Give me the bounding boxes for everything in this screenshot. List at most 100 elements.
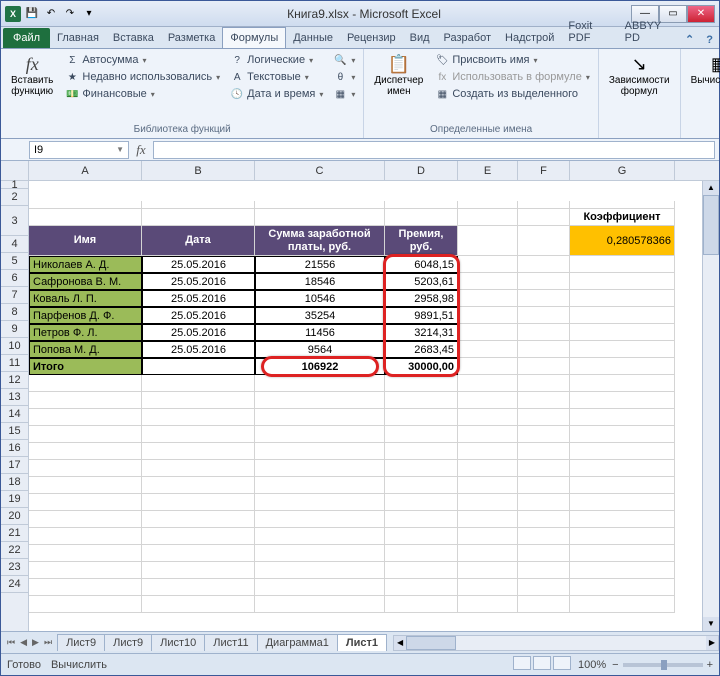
cell-bonus[interactable]: 9891,51 bbox=[385, 307, 458, 324]
cell-name[interactable]: Парфенов Д. Ф. bbox=[29, 307, 142, 324]
cell-salary[interactable]: 21556 bbox=[255, 256, 385, 273]
cell-F17[interactable] bbox=[518, 477, 570, 494]
cell-E24[interactable] bbox=[458, 596, 518, 613]
cell-E12[interactable] bbox=[458, 392, 518, 409]
cell-D2[interactable] bbox=[385, 209, 458, 226]
tab-formulas[interactable]: Формулы bbox=[222, 27, 286, 48]
cell-E5[interactable] bbox=[458, 273, 518, 290]
tab-home[interactable]: Главная bbox=[50, 28, 106, 48]
tab-data[interactable]: Данные bbox=[286, 28, 340, 48]
zoom-in-icon[interactable]: + bbox=[707, 659, 713, 671]
cell-F8[interactable] bbox=[518, 324, 570, 341]
cell-A2[interactable] bbox=[29, 209, 142, 226]
sheet-tab[interactable]: Диаграмма1 bbox=[257, 634, 338, 651]
cell-name[interactable]: Сафронова В. М. bbox=[29, 273, 142, 290]
row-23[interactable]: 23 bbox=[1, 559, 28, 576]
cell-D18[interactable] bbox=[385, 494, 458, 511]
cell-D17[interactable] bbox=[385, 477, 458, 494]
cell-A24[interactable] bbox=[29, 596, 142, 613]
cell-salary[interactable]: 11456 bbox=[255, 324, 385, 341]
coeff-label[interactable]: Коэффициент bbox=[570, 209, 675, 226]
tab-layout[interactable]: Разметка bbox=[161, 28, 223, 48]
tab-foxit[interactable]: Foxit PDF bbox=[561, 16, 617, 48]
cell-A14[interactable] bbox=[29, 426, 142, 443]
cell-F20[interactable] bbox=[518, 528, 570, 545]
cell-F12[interactable] bbox=[518, 392, 570, 409]
vertical-scrollbar[interactable]: ▲ ▼ bbox=[702, 181, 719, 631]
cell-C18[interactable] bbox=[255, 494, 385, 511]
cell-E13[interactable] bbox=[458, 409, 518, 426]
create-from-selection-button[interactable]: ▦Создать из выделенного bbox=[433, 86, 592, 102]
cell-B12[interactable] bbox=[142, 392, 255, 409]
formula-input[interactable] bbox=[153, 141, 715, 159]
cell-D19[interactable] bbox=[385, 511, 458, 528]
cell-E4[interactable] bbox=[458, 256, 518, 273]
row-1[interactable]: 1 bbox=[1, 181, 28, 189]
cell-A17[interactable] bbox=[29, 477, 142, 494]
row-16[interactable]: 16 bbox=[1, 440, 28, 457]
col-A[interactable]: A bbox=[29, 161, 142, 180]
save-icon[interactable]: 💾 bbox=[24, 6, 40, 22]
redo-icon[interactable]: ↷ bbox=[62, 6, 78, 22]
select-all-corner[interactable] bbox=[1, 161, 29, 181]
cell-C2[interactable] bbox=[255, 209, 385, 226]
datetime-button[interactable]: 🕓Дата и время▾ bbox=[228, 86, 325, 102]
cell-E20[interactable] bbox=[458, 528, 518, 545]
cell-C19[interactable] bbox=[255, 511, 385, 528]
cell-G17[interactable] bbox=[570, 477, 675, 494]
cell-G10[interactable] bbox=[570, 358, 675, 375]
row-21[interactable]: 21 bbox=[1, 525, 28, 542]
cell-B14[interactable] bbox=[142, 426, 255, 443]
cell-bonus[interactable]: 6048,15 bbox=[385, 256, 458, 273]
cell-F11[interactable] bbox=[518, 375, 570, 392]
fx-button[interactable]: fx bbox=[129, 142, 153, 158]
cell-salary[interactable]: 35254 bbox=[255, 307, 385, 324]
cell-date[interactable]: 25.05.2016 bbox=[142, 273, 255, 290]
cell-G14[interactable] bbox=[570, 426, 675, 443]
cell-B17[interactable] bbox=[142, 477, 255, 494]
cell-bonus[interactable]: 2958,98 bbox=[385, 290, 458, 307]
cell-D14[interactable] bbox=[385, 426, 458, 443]
header-bonus[interactable]: Премия, руб. bbox=[385, 226, 458, 256]
cell-G8[interactable] bbox=[570, 324, 675, 341]
cell-A11[interactable] bbox=[29, 375, 142, 392]
cell-C11[interactable] bbox=[255, 375, 385, 392]
cell-A15[interactable] bbox=[29, 443, 142, 460]
cell-E21[interactable] bbox=[458, 545, 518, 562]
cell-date[interactable]: 25.05.2016 bbox=[142, 256, 255, 273]
sheet-tab[interactable]: Лист9 bbox=[57, 634, 105, 651]
cell-F10[interactable] bbox=[518, 358, 570, 375]
cell-F19[interactable] bbox=[518, 511, 570, 528]
col-D[interactable]: D bbox=[385, 161, 458, 180]
cell-E11[interactable] bbox=[458, 375, 518, 392]
scroll-down-icon[interactable]: ▼ bbox=[703, 617, 719, 631]
cell-A12[interactable] bbox=[29, 392, 142, 409]
tab-addins[interactable]: Надстрой bbox=[498, 28, 561, 48]
col-G[interactable]: G bbox=[570, 161, 675, 180]
tab-last-icon[interactable]: ⏭ bbox=[42, 637, 54, 648]
row-14[interactable]: 14 bbox=[1, 406, 28, 423]
recent-button[interactable]: ★Недавно использовались▾ bbox=[63, 69, 222, 85]
row-10[interactable]: 10 bbox=[1, 338, 28, 355]
cell-F24[interactable] bbox=[518, 596, 570, 613]
cell-G5[interactable] bbox=[570, 273, 675, 290]
cell-G11[interactable] bbox=[570, 375, 675, 392]
row-6[interactable]: 6 bbox=[1, 270, 28, 287]
cell-G4[interactable] bbox=[570, 256, 675, 273]
file-tab[interactable]: Файл bbox=[3, 28, 50, 48]
cell-G21[interactable] bbox=[570, 545, 675, 562]
define-name-button[interactable]: 🏷Присвоить имя▾ bbox=[433, 52, 592, 68]
cell-F15[interactable] bbox=[518, 443, 570, 460]
row-22[interactable]: 22 bbox=[1, 542, 28, 559]
cell-B2[interactable] bbox=[142, 209, 255, 226]
cell-bonus[interactable]: 5203,61 bbox=[385, 273, 458, 290]
row-9[interactable]: 9 bbox=[1, 321, 28, 338]
lookup-button[interactable]: 🔍▾ bbox=[331, 52, 357, 68]
more-button[interactable]: ▦▾ bbox=[331, 86, 357, 102]
cell-name[interactable]: Петров Ф. Л. bbox=[29, 324, 142, 341]
cell-D15[interactable] bbox=[385, 443, 458, 460]
cell-E8[interactable] bbox=[458, 324, 518, 341]
cell-B16[interactable] bbox=[142, 460, 255, 477]
cell-E7[interactable] bbox=[458, 307, 518, 324]
cell-B15[interactable] bbox=[142, 443, 255, 460]
